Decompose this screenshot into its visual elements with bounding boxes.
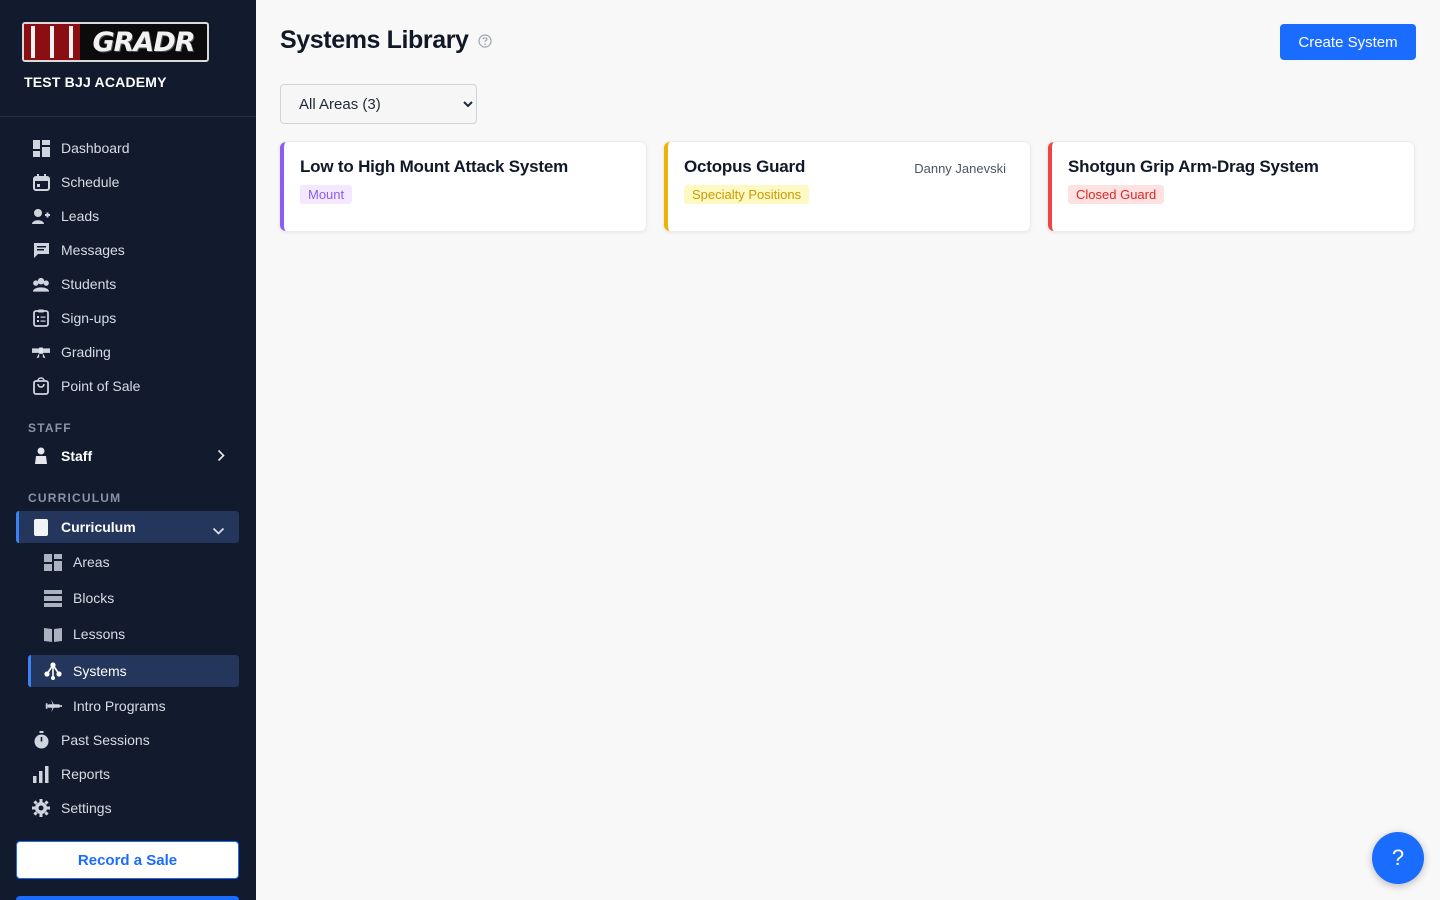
record-sale-button[interactable]: Record a Sale <box>16 841 239 879</box>
chat-icon <box>32 241 50 259</box>
notebook-icon <box>32 518 50 536</box>
sidebar-item-schedule[interactable]: Schedule <box>16 166 239 198</box>
book-icon <box>44 625 62 643</box>
sidebar-item-dashboard[interactable]: Dashboard <box>16 132 239 164</box>
sidebar-item-label: Lessons <box>73 626 126 642</box>
belt-icon <box>32 343 50 361</box>
sidebar-item-label: Grading <box>61 344 111 360</box>
sidebar-item-label: Messages <box>61 242 125 258</box>
sidebar-item-leads[interactable]: Leads <box>16 200 239 232</box>
sidebar-item-lessons[interactable]: Lessons <box>16 618 239 650</box>
sidebar-item-systems[interactable]: Systems <box>28 655 239 687</box>
sidebar-item-label: Reports <box>61 766 111 782</box>
system-card-title: Shotgun Grip Arm-Drag System <box>1068 157 1319 176</box>
section-label-staff: STAFF <box>28 421 72 435</box>
system-card-author: Danny Janevski <box>914 161 1006 176</box>
add-user-icon <box>32 207 50 225</box>
sidebar-item-label: Staff <box>61 448 93 464</box>
page-title: Systems Library <box>280 26 492 55</box>
sidebar-item-sign-ups[interactable]: Sign-ups <box>16 302 239 334</box>
dashboard-icon <box>32 139 50 157</box>
grid-icon <box>44 553 62 571</box>
sidebar-item-point-of-sale[interactable]: Point of Sale <box>16 370 239 402</box>
sidebar: GRADR TEST BJJ ACADEMY Dashboard Schedul… <box>0 0 256 900</box>
sidebar-item-label: Past Sessions <box>61 732 150 748</box>
bar-chart-icon <box>32 765 50 783</box>
area-tag: Specialty Positions <box>684 185 810 204</box>
help-circle-icon[interactable] <box>477 33 492 48</box>
sidebar-item-label: Schedule <box>61 174 120 190</box>
sidebar-item-intro-programs[interactable]: Intro Programs <box>16 690 239 722</box>
sidebar-item-label: Systems <box>73 663 127 679</box>
create-system-button[interactable]: Create System <box>1280 24 1416 60</box>
sidebar-item-label: Point of Sale <box>61 378 141 394</box>
sidebar-item-staff[interactable]: Staff <box>16 440 239 472</box>
sidebar-item-past-sessions[interactable]: Past Sessions <box>16 724 239 756</box>
page-title-text: Systems Library <box>280 26 469 54</box>
stopwatch-icon <box>32 731 50 749</box>
sidebar-item-curriculum[interactable]: Curriculum <box>16 511 239 543</box>
calendar-icon <box>32 173 50 191</box>
sidebar-item-label: Settings <box>61 800 112 816</box>
network-icon <box>44 662 62 680</box>
chevron-right-icon <box>217 449 225 465</box>
sidebar-item-label: Areas <box>73 554 110 570</box>
chevron-down-icon <box>212 522 225 538</box>
clipboard-icon <box>32 309 50 327</box>
sidebar-item-messages[interactable]: Messages <box>16 234 239 266</box>
group-icon <box>32 275 50 293</box>
system-card-title: Low to High Mount Attack System <box>300 157 569 176</box>
sidebar-item-blocks[interactable]: Blocks <box>16 582 239 614</box>
section-label-curriculum: CURRICULUM <box>28 491 122 505</box>
stack-icon <box>44 589 62 607</box>
gear-icon <box>32 799 50 817</box>
sidebar-item-students[interactable]: Students <box>16 268 239 300</box>
sidebar-item-grading[interactable]: Grading <box>16 336 239 368</box>
sidebar-item-label: Leads <box>61 208 100 224</box>
sidebar-item-label: Sign-ups <box>61 310 117 326</box>
sidebar-item-label: Blocks <box>73 590 115 606</box>
sidebar-item-areas[interactable]: Areas <box>16 546 239 578</box>
person-icon <box>32 447 50 465</box>
sidebar-item-label: Intro Programs <box>73 698 166 714</box>
system-card[interactable]: Shotgun Grip Arm-Drag System Closed Guar… <box>1048 142 1414 231</box>
sidebar-item-reports[interactable]: Reports <box>16 758 239 790</box>
sidebar-bottom-button-partial[interactable] <box>16 896 239 900</box>
sidebar-item-label: Dashboard <box>61 140 130 156</box>
sidebar-item-label: Students <box>61 276 117 292</box>
system-card[interactable]: Octopus Guard Danny Janevski Specialty P… <box>664 142 1030 231</box>
sidebar-item-label: Curriculum <box>61 519 136 535</box>
airplane-icon <box>44 697 62 715</box>
sidebar-nav: Dashboard Schedule Leads Messages Studen… <box>16 0 239 900</box>
sidebar-item-settings[interactable]: Settings <box>16 792 239 824</box>
system-card[interactable]: Low to High Mount Attack System Mount <box>280 142 646 231</box>
help-button[interactable]: ? <box>1372 832 1424 884</box>
area-tag: Closed Guard <box>1068 185 1165 204</box>
shopping-bag-icon <box>32 377 50 395</box>
area-filter-select[interactable]: All Areas (3) <box>280 84 477 124</box>
area-tag: Mount <box>300 185 353 204</box>
